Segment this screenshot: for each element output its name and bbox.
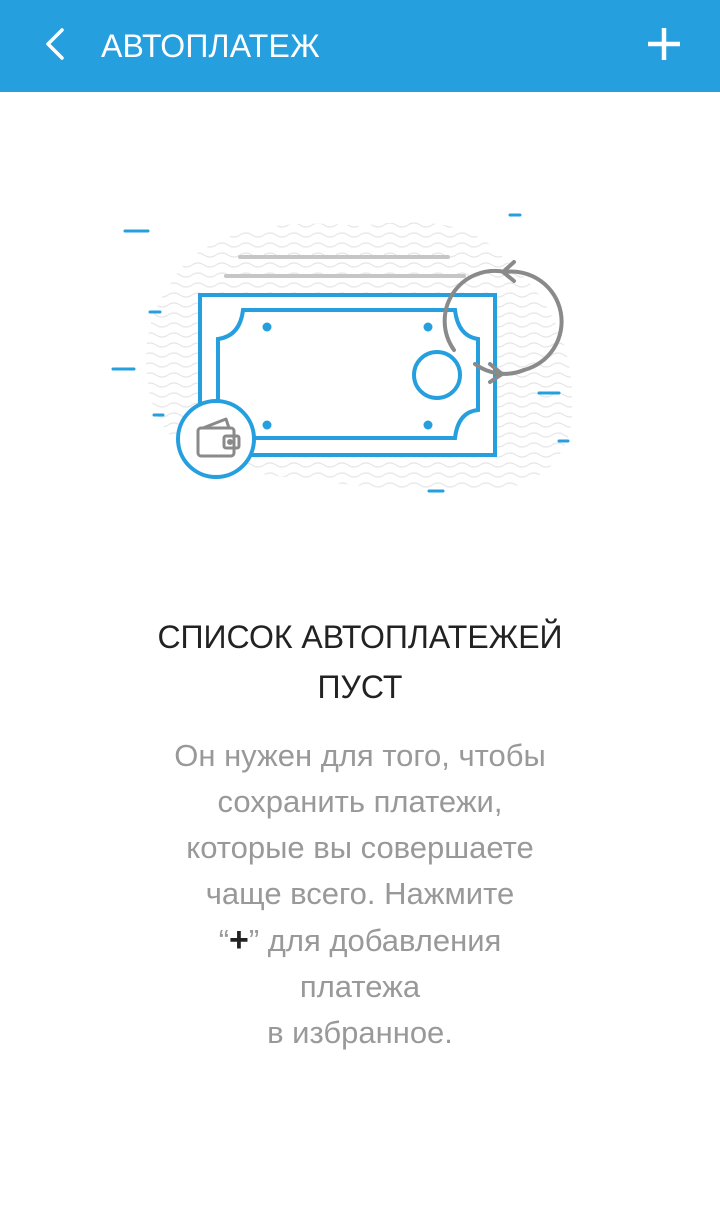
description-rest: ” для добавления [248, 923, 502, 958]
wallet-badge [176, 399, 256, 479]
empty-state-description: Он нужен для того, чтобы сохранить плате… [110, 733, 610, 1056]
empty-state-title-line: СПИСОК АВТОПЛАТЕЖЕЙ [157, 619, 563, 655]
empty-state-title: СПИСОК АВТОПЛАТЕЖЕЙ ПУСТ [60, 612, 660, 712]
plus-glyph: + [229, 921, 249, 959]
back-button[interactable] [28, 18, 80, 70]
description-line: чаще всего. Нажмите [205, 876, 515, 911]
open-quote: “ [218, 923, 230, 958]
app-bar: АВТОПЛАТЕЖ [0, 0, 720, 92]
description-line: Он нужен для того, чтобы [174, 738, 546, 773]
description-line: в избранное. [267, 1015, 453, 1050]
add-autopayment-button[interactable] [636, 16, 692, 72]
empty-state-title-line: ПУСТ [317, 669, 403, 705]
autopayment-screen: АВТОПЛАТЕЖ СПИСОК АВТОПЛАТЕЖЕЙ ПУСТ Он н… [0, 0, 720, 1232]
chevron-left-icon [46, 28, 64, 60]
description-line: “+” для добавления [110, 917, 610, 964]
plus-icon [648, 28, 680, 60]
page-title: АВТОПЛАТЕЖ [101, 28, 320, 64]
description-line: сохранить платежи, [217, 784, 503, 819]
description-line: платежа [299, 969, 421, 1004]
description-line: которые вы совершаете [186, 830, 534, 865]
empty-autopayment-illustration [111, 213, 573, 493]
